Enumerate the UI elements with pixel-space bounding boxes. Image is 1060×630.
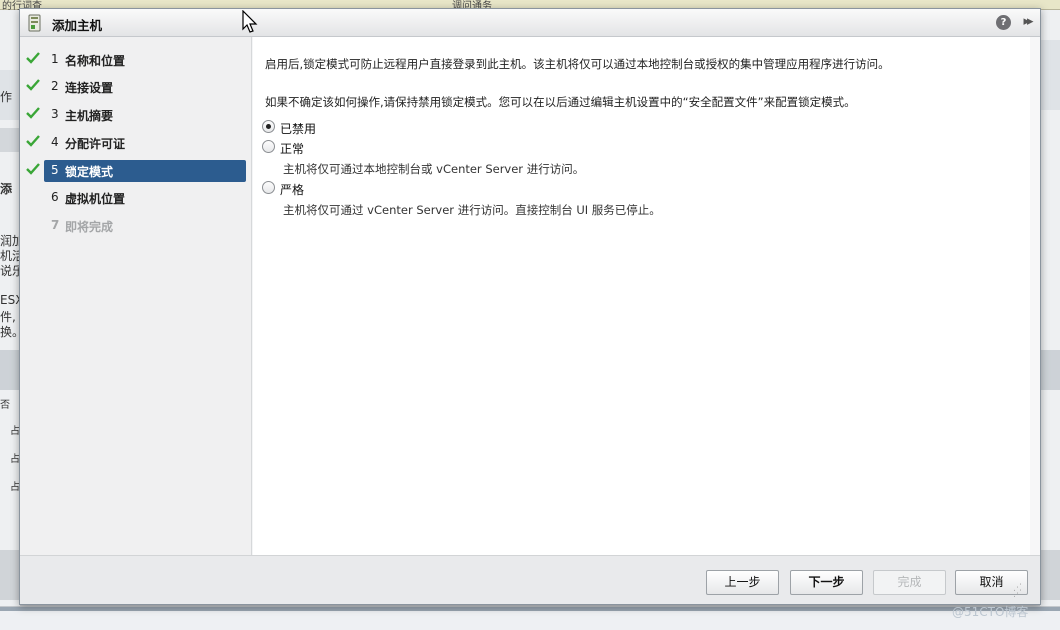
- radio-normal[interactable]: 正常: [262, 139, 382, 156]
- step-number: 7: [51, 218, 60, 232]
- lockdown-description: 启用后,锁定模式可防止远程用户直接登录到此主机。该主机将仅可以通过本地控制台或授…: [265, 57, 890, 71]
- watermark: @51CTO博客: [952, 605, 1029, 619]
- step-connection-settings[interactable]: 2 连接设置: [20, 76, 252, 98]
- step-host-summary[interactable]: 3 主机摘要: [20, 104, 252, 126]
- step-label: 名称和位置: [65, 54, 126, 68]
- expand-icon[interactable]: ▸▸: [1019, 13, 1035, 31]
- strict-mode-help: 主机将仅可通过 vCenter Server 进行访问。直接控制台 UI 服务已…: [283, 203, 661, 217]
- step-number: 1: [51, 52, 59, 66]
- back-button[interactable]: 上一步: [706, 570, 779, 595]
- radio-strict[interactable]: 严格: [262, 180, 382, 197]
- radio-label: 严格: [280, 183, 305, 197]
- step-label: 连接设置: [65, 81, 114, 95]
- mouse-cursor-icon: [242, 10, 258, 33]
- background-fragment: 否: [0, 400, 10, 411]
- radio-disabled[interactable]: 已禁用: [262, 119, 382, 136]
- background-left-panel: 作 添 润加 机活 说乐 ESX 件, 换。 否 占 占 占: [0, 10, 24, 606]
- step-assign-license[interactable]: 4 分配许可证: [20, 132, 252, 154]
- lockdown-advice: 如果不确定该如何操作,请保持禁用锁定模式。您可以在以后通过编辑主机设置中的“安全…: [265, 95, 856, 109]
- lockdown-mode-panel: 启用后,锁定模式可防止远程用户直接登录到此主机。该主机将仅可以通过本地控制台或授…: [253, 37, 1040, 555]
- normal-mode-help: 主机将仅可通过本地控制台或 vCenter Server 进行访问。: [283, 162, 585, 176]
- dialog-footer: 上一步 下一步 完成 取消: [20, 555, 1040, 604]
- step-ready-to-complete: 7 即将完成: [20, 215, 252, 237]
- background-right-panel: [1040, 10, 1060, 606]
- step-label: 主机摘要: [65, 109, 114, 123]
- check-icon: [26, 163, 40, 175]
- step-lockdown-mode[interactable]: 5 锁定模式: [20, 160, 252, 182]
- radio-button[interactable]: [262, 120, 275, 133]
- check-icon: [26, 79, 40, 91]
- step-label: 锁定模式: [65, 165, 114, 179]
- check-icon: [26, 52, 40, 64]
- dialog-title: 添加主机: [52, 18, 103, 33]
- dialog-titlebar[interactable]: 添加主机 ? ▸▸: [20, 9, 1040, 37]
- step-number: 5: [51, 163, 59, 177]
- step-label: 虚拟机位置: [65, 192, 126, 206]
- content-scroll-edge: [1030, 37, 1040, 555]
- check-icon: [26, 135, 40, 147]
- background-fragment: 作: [0, 90, 13, 104]
- step-name-location[interactable]: 1 名称和位置: [20, 49, 252, 71]
- check-icon: [26, 107, 40, 119]
- step-label: 分配许可证: [65, 137, 126, 151]
- background-fragment: 添: [0, 182, 13, 196]
- add-host-dialog: 添加主机 ? ▸▸ 1 名称和位置 2 连接设置 3 主机摘要 4 分配许可证 …: [19, 8, 1041, 605]
- wizard-steps: 1 名称和位置 2 连接设置 3 主机摘要 4 分配许可证 5 锁定模式 6 虚…: [20, 37, 252, 555]
- resize-grip-icon[interactable]: ⋰ ⋰: [1013, 584, 1027, 599]
- step-label: 即将完成: [65, 220, 114, 234]
- radio-button[interactable]: [262, 140, 275, 153]
- radio-label: 已禁用: [280, 122, 317, 136]
- background-bottom-bar: [0, 606, 1060, 630]
- step-number: 6: [51, 190, 59, 204]
- radio-button[interactable]: [262, 181, 275, 194]
- step-number: 3: [51, 107, 59, 121]
- next-button[interactable]: 下一步: [790, 570, 863, 595]
- step-number: 4: [51, 135, 59, 149]
- radio-label: 正常: [280, 142, 305, 156]
- finish-button: 完成: [873, 570, 946, 595]
- step-vm-location[interactable]: 6 虚拟机位置: [20, 187, 252, 209]
- help-icon[interactable]: ?: [996, 15, 1011, 30]
- step-number: 2: [51, 79, 59, 93]
- host-server-icon: [28, 14, 41, 32]
